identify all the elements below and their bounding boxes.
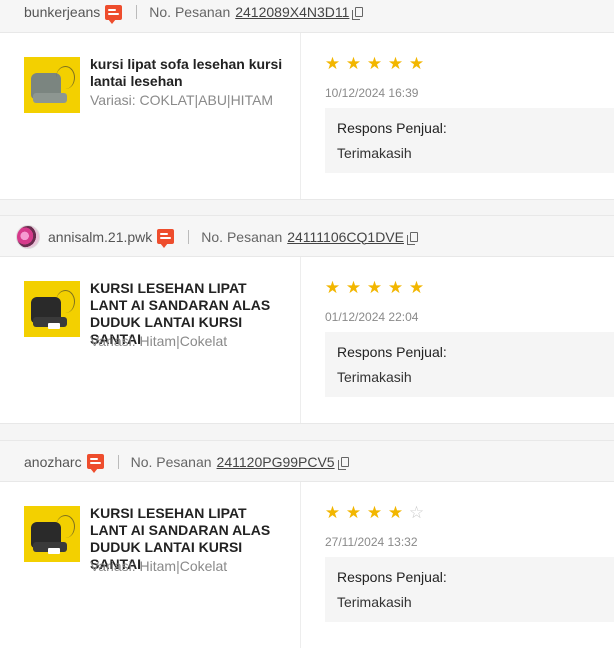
seller-response-title: Respons Penjual: bbox=[337, 120, 447, 136]
review-header: bunkerjeans No. Pesanan 2412089X4N3D11 bbox=[0, 0, 614, 33]
star-filled-icon: ★ bbox=[324, 54, 341, 73]
buyer-username[interactable]: anozharc bbox=[24, 454, 82, 470]
divider bbox=[188, 229, 190, 244]
buyer-username[interactable]: annisalm.21.pwk bbox=[48, 229, 152, 245]
review-body: KURSI LESEHAN LIPAT LANT AI SANDARAN ALA… bbox=[0, 481, 614, 648]
product-variation: Variasi: Hitam|Cokelat bbox=[90, 558, 228, 574]
star-filled-icon: ★ bbox=[408, 278, 425, 297]
star-filled-icon: ★ bbox=[387, 54, 404, 73]
divider bbox=[136, 5, 138, 19]
star-filled-icon: ★ bbox=[408, 54, 425, 73]
star-filled-icon: ★ bbox=[366, 278, 383, 297]
order-number-label: No. Pesanan bbox=[201, 228, 283, 245]
star-empty-icon: ☆ bbox=[408, 503, 425, 522]
product-variation: Variasi: COKLAT|ABU|HITAM bbox=[90, 92, 274, 108]
star-filled-icon: ★ bbox=[345, 278, 362, 297]
rating-stars: ★ ★ ★ ★ ☆ bbox=[324, 504, 429, 521]
star-filled-icon: ★ bbox=[387, 278, 404, 297]
divider bbox=[117, 454, 119, 469]
review-header: annisalm.21.pwk No. Pesanan 24111106CQ1D… bbox=[0, 215, 614, 257]
product-thumbnail[interactable] bbox=[24, 281, 80, 337]
column-divider bbox=[300, 482, 301, 648]
copy-icon[interactable] bbox=[352, 7, 364, 20]
copy-icon[interactable] bbox=[406, 231, 418, 245]
seller-response-box: Respons Penjual: Terimakasih bbox=[325, 332, 614, 397]
copy-icon[interactable] bbox=[337, 456, 349, 470]
order-number-label: No. Pesanan bbox=[130, 453, 212, 470]
review-body: kursi lipat sofa lesehan kursi lantai le… bbox=[0, 32, 614, 200]
order-number-link[interactable]: 241120PG99PCV5 bbox=[217, 454, 335, 470]
rating-stars: ★ ★ ★ ★ ★ bbox=[324, 279, 429, 296]
chat-icon[interactable] bbox=[86, 454, 104, 473]
seller-response-box: Respons Penjual: Terimakasih bbox=[325, 108, 614, 173]
seller-response-text: Terimakasih bbox=[337, 594, 412, 610]
product-thumbnail[interactable] bbox=[24, 506, 80, 562]
review-date: 27/11/2024 13:32 bbox=[325, 535, 418, 549]
star-filled-icon: ★ bbox=[366, 54, 383, 73]
product-thumbnail[interactable] bbox=[24, 57, 80, 113]
seller-response-title: Respons Penjual: bbox=[337, 344, 447, 360]
seller-response-box: Respons Penjual: Terimakasih bbox=[325, 557, 614, 622]
star-filled-icon: ★ bbox=[366, 503, 383, 522]
order-number-label: No. Pesanan bbox=[149, 4, 231, 20]
column-divider bbox=[300, 33, 301, 199]
order-number-link[interactable]: 2412089X4N3D11 bbox=[235, 4, 349, 20]
rating-stars: ★ ★ ★ ★ ★ bbox=[324, 55, 429, 72]
product-name[interactable]: kursi lipat sofa lesehan kursi lantai le… bbox=[90, 56, 286, 90]
star-filled-icon: ★ bbox=[345, 503, 362, 522]
review-date: 10/12/2024 16:39 bbox=[325, 86, 419, 100]
star-filled-icon: ★ bbox=[324, 278, 341, 297]
review-date: 01/12/2024 22:04 bbox=[325, 310, 419, 324]
order-number-link[interactable]: 24111106CQ1DVE bbox=[287, 229, 404, 245]
chat-icon[interactable] bbox=[157, 229, 175, 248]
seller-response-text: Terimakasih bbox=[337, 145, 412, 161]
review-body: KURSI LESEHAN LIPAT LANT AI SANDARAN ALA… bbox=[0, 256, 614, 424]
chat-icon[interactable] bbox=[105, 4, 123, 24]
star-filled-icon: ★ bbox=[324, 503, 341, 522]
column-divider bbox=[300, 257, 301, 423]
seller-response-text: Terimakasih bbox=[337, 369, 412, 385]
review-header: anozharc No. Pesanan 241120PG99PCV5 bbox=[0, 440, 614, 482]
seller-response-title: Respons Penjual: bbox=[337, 569, 447, 585]
buyer-username[interactable]: bunkerjeans bbox=[24, 4, 100, 20]
product-variation: Variasi: Hitam|Cokelat bbox=[90, 333, 228, 349]
star-filled-icon: ★ bbox=[387, 503, 404, 522]
star-filled-icon: ★ bbox=[345, 54, 362, 73]
avatar[interactable] bbox=[16, 224, 40, 249]
